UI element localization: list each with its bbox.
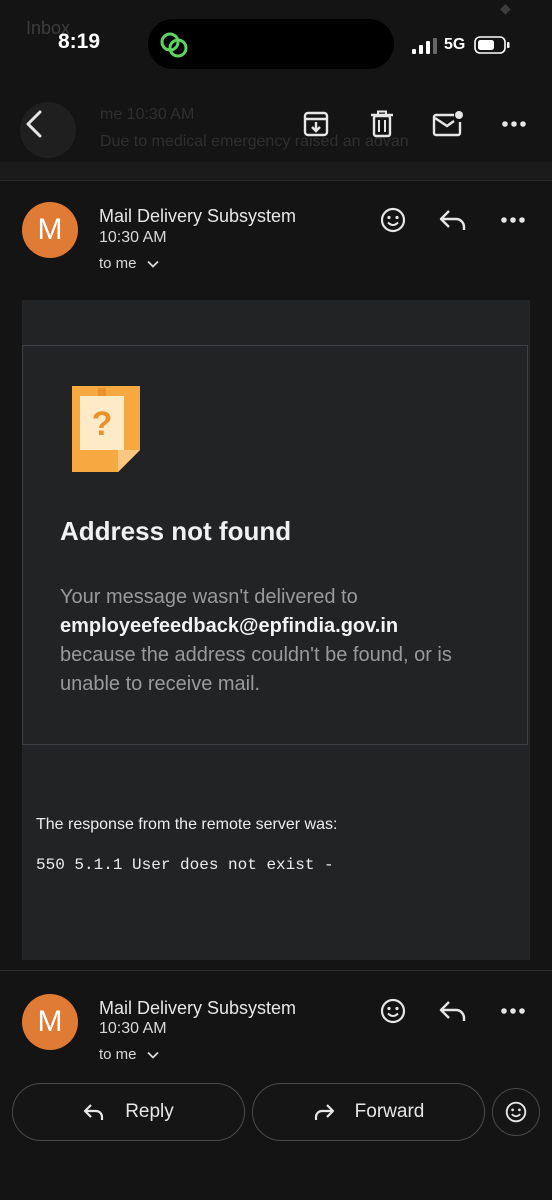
faded-from: me 10:30 AM xyxy=(100,106,195,123)
reply-label: Reply xyxy=(125,1101,174,1122)
reply-icon xyxy=(439,1001,466,1021)
emoji-icon xyxy=(380,207,406,233)
emoji-icon xyxy=(505,1101,527,1123)
mail-unread-icon xyxy=(432,111,463,137)
recipient-label: to me xyxy=(99,255,137,272)
link-icon xyxy=(160,32,188,58)
sender-avatar[interactable]: M xyxy=(22,994,78,1050)
forward-pill-button[interactable]: Forward xyxy=(252,1083,485,1141)
server-response-code: 550 5.1.1 User does not exist - xyxy=(36,856,334,874)
status-time: 8:19 xyxy=(58,30,101,53)
bounce-title: Address not found xyxy=(60,516,292,546)
forward-label: Forward xyxy=(354,1101,425,1122)
back-button[interactable] xyxy=(14,104,54,144)
message-more-button[interactable] xyxy=(493,991,533,1031)
recipient-toggle[interactable]: to me xyxy=(99,1046,159,1063)
back-arrow-icon xyxy=(26,110,42,138)
sender-name: Mail Delivery Subsystem xyxy=(99,206,297,226)
add-reaction-button[interactable] xyxy=(373,200,413,240)
bounce-text-after: because the address couldn't be found, o… xyxy=(60,644,452,695)
message-time: 10:30 AM xyxy=(99,1020,167,1037)
reply-button[interactable] xyxy=(433,991,473,1031)
network-label: 5G xyxy=(444,36,466,53)
signal-icon xyxy=(412,38,437,54)
archive-icon xyxy=(303,111,329,137)
more-horizontal-icon xyxy=(501,1008,525,1014)
more-horizontal-icon xyxy=(501,217,525,223)
mark-unread-button[interactable] xyxy=(428,104,468,144)
recipient-toggle[interactable]: to me xyxy=(99,255,159,272)
reply-button[interactable] xyxy=(433,200,473,240)
app-bar xyxy=(0,78,552,164)
message-divider xyxy=(0,970,552,971)
bounce-text-before: Your message wasn't delivered to xyxy=(60,586,358,608)
emoji-icon xyxy=(380,998,406,1024)
archive-button[interactable] xyxy=(296,104,336,144)
chevron-down-icon xyxy=(146,260,159,268)
more-horizontal-icon xyxy=(502,121,526,127)
bounce-address[interactable]: employeefeedback@epfindia.gov.in xyxy=(60,615,398,637)
sender-avatar[interactable]: M xyxy=(22,202,78,258)
chevron-down-icon xyxy=(146,1051,159,1059)
delete-button[interactable] xyxy=(362,104,402,144)
question-note-icon: ? xyxy=(72,386,140,472)
sender-name: Mail Delivery Subsystem xyxy=(99,998,297,1018)
reply-pill-button[interactable]: Reply xyxy=(12,1083,245,1141)
bounce-message: Your message wasn't delivered to employe… xyxy=(60,583,510,699)
more-options-button[interactable] xyxy=(494,104,534,144)
faded-corner-glyph: ◆ xyxy=(500,0,511,16)
message-time: 10:30 AM xyxy=(99,229,167,246)
reply-icon xyxy=(439,210,466,230)
forward-icon xyxy=(314,1104,334,1120)
message-more-button[interactable] xyxy=(493,200,533,240)
svg-text:?: ? xyxy=(92,405,113,443)
emoji-reaction-button[interactable] xyxy=(492,1088,540,1136)
reply-icon xyxy=(84,1104,104,1120)
add-reaction-button[interactable] xyxy=(373,991,413,1031)
trash-icon xyxy=(371,110,393,138)
header-divider xyxy=(0,162,552,181)
recipient-label: to me xyxy=(99,1046,137,1063)
battery-icon xyxy=(474,36,510,54)
server-response-label: The response from the remote server was: xyxy=(36,816,338,833)
